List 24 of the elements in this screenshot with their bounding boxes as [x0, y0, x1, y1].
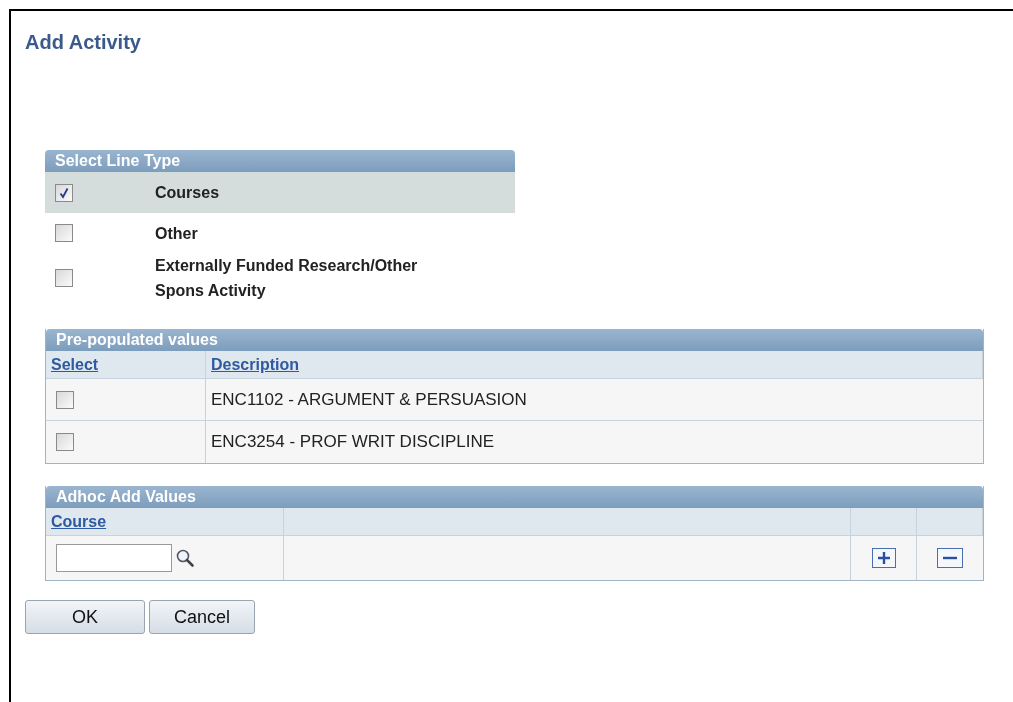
checkbox[interactable] — [55, 269, 73, 287]
checkbox[interactable] — [56, 390, 74, 409]
checkbox[interactable] — [56, 433, 74, 451]
delete-row-icon[interactable] — [937, 548, 963, 568]
option-label: Courses — [155, 183, 221, 203]
ok-button[interactable]: OK — [25, 600, 145, 634]
course-field[interactable] — [56, 544, 172, 572]
panel-header: Adhoc Add Values — [46, 486, 983, 508]
option-label: Externally Funded Research/Other Spons Activity — [155, 256, 419, 301]
table-cell: ENC1102 - ARGUMENT & PERSUASION — [211, 389, 527, 410]
search-icon[interactable] — [175, 548, 195, 568]
panel-header: Pre-populated values — [46, 329, 983, 351]
cancel-button[interactable]: Cancel — [149, 600, 255, 634]
checkbox[interactable] — [55, 183, 73, 202]
option-label: Other — [155, 223, 199, 244]
checkbox[interactable] — [55, 224, 73, 242]
dialog-title: Add Activity — [25, 30, 141, 54]
table-cell: ENC3254 - PROF WRIT DISCIPLINE — [211, 432, 495, 452]
column-header — [917, 508, 983, 536]
column-header-link[interactable]: Course — [51, 512, 107, 531]
add-row-icon[interactable] — [871, 548, 896, 568]
column-header-link[interactable]: Description — [211, 355, 299, 374]
check-icon — [58, 186, 70, 199]
panel-header: Select Line Type — [45, 150, 515, 172]
